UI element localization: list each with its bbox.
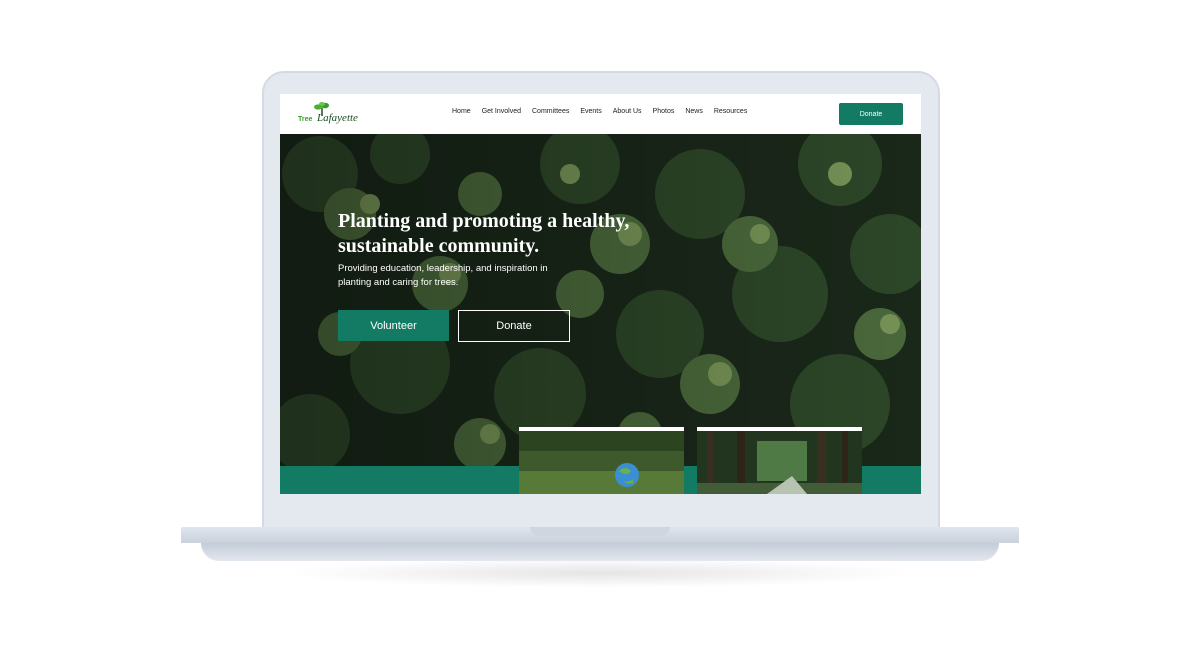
laptop-screen: Tree Lafayette Home Get Involved Committ… bbox=[280, 94, 921, 494]
nav-item-about-us[interactable]: About Us bbox=[613, 108, 642, 115]
laptop-bottom bbox=[201, 543, 999, 561]
nav-item-news[interactable]: News bbox=[685, 108, 703, 115]
header-donate-button[interactable]: Donate bbox=[839, 103, 903, 125]
nav-item-get-involved[interactable]: Get Involved bbox=[482, 108, 521, 115]
volunteer-button[interactable]: Volunteer bbox=[338, 310, 449, 341]
hero-section: Planting and promoting a healthy, sustai… bbox=[280, 134, 921, 494]
feature-card-forest[interactable] bbox=[697, 427, 862, 494]
nav-item-resources[interactable]: Resources bbox=[714, 108, 747, 115]
forest-path-image bbox=[697, 431, 862, 494]
nav-item-committees[interactable]: Committees bbox=[532, 108, 569, 115]
site-header: Tree Lafayette Home Get Involved Committ… bbox=[280, 94, 921, 134]
main-nav: Home Get Involved Committees Events Abou… bbox=[452, 108, 758, 115]
nav-item-home[interactable]: Home bbox=[452, 108, 471, 115]
laptop-notch bbox=[530, 527, 670, 536]
nav-item-events[interactable]: Events bbox=[580, 108, 601, 115]
logo-text-name: Lafayette bbox=[317, 112, 358, 124]
globe-on-grass-image bbox=[519, 431, 684, 494]
logo-text-tree: Tree bbox=[298, 116, 313, 123]
nav-item-photos[interactable]: Photos bbox=[653, 108, 675, 115]
hero-donate-button[interactable]: Donate bbox=[458, 310, 570, 342]
laptop-shadow bbox=[280, 558, 920, 588]
hero-title: Planting and promoting a healthy, sustai… bbox=[338, 210, 630, 257]
hero-subtitle: Providing education, leadership, and ins… bbox=[338, 263, 548, 288]
site-logo[interactable]: Tree Lafayette bbox=[296, 102, 366, 128]
feature-card-globe[interactable] bbox=[519, 427, 684, 494]
